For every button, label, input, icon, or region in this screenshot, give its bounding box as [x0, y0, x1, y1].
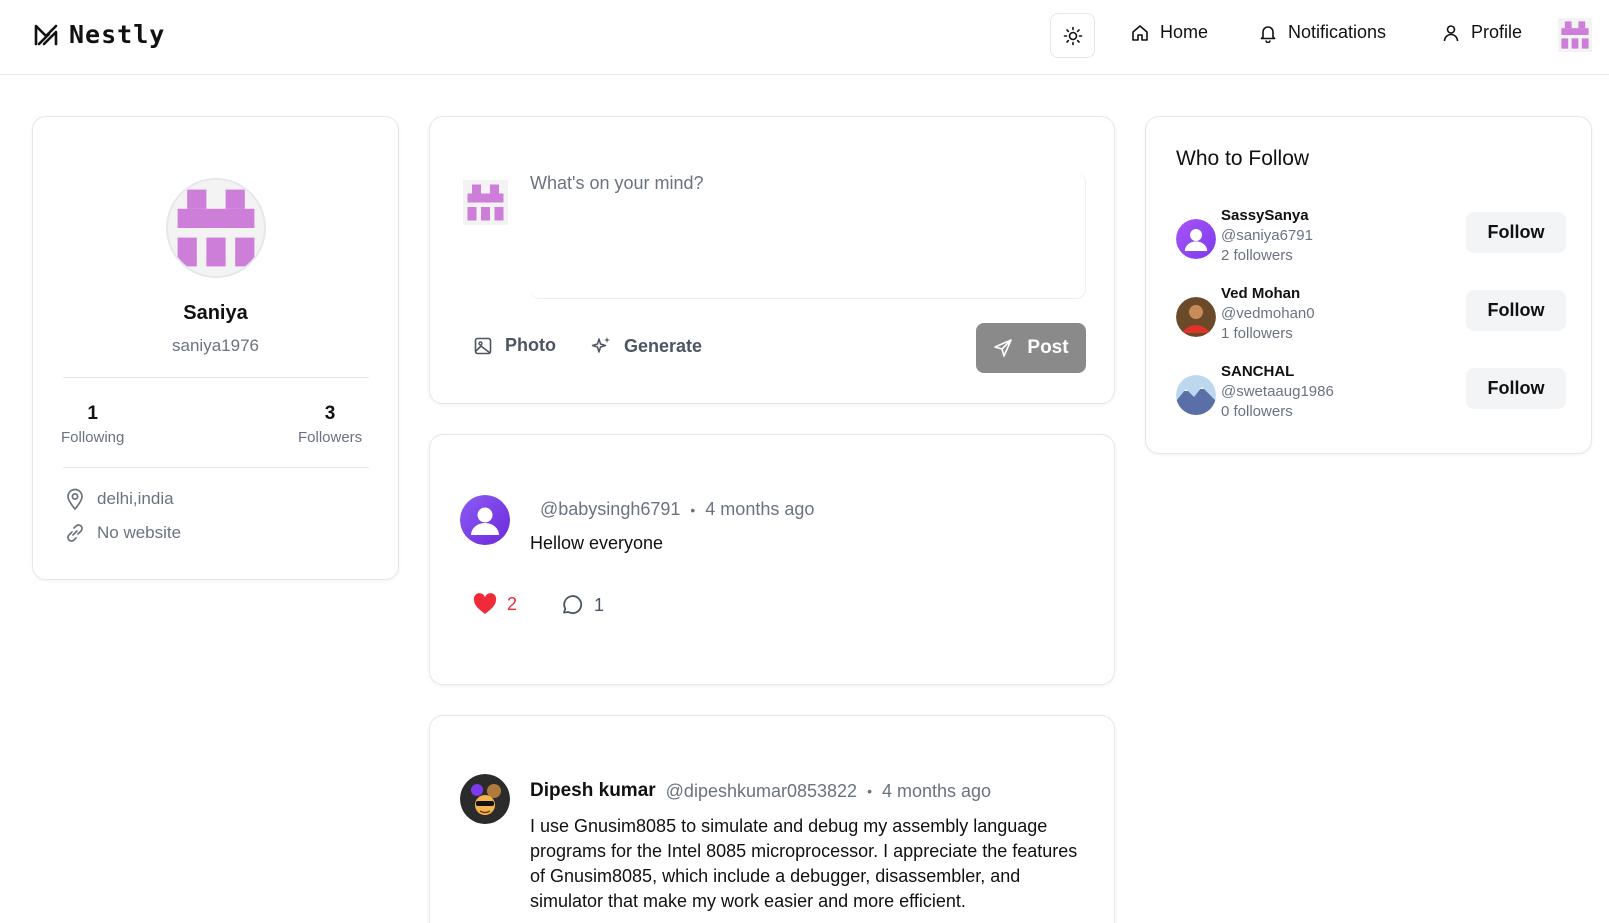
location-text: delhi,india	[97, 489, 174, 508]
post-header: @babysingh6791 • 4 months ago	[530, 499, 814, 520]
theme-toggle-button[interactable]	[1050, 13, 1095, 58]
cartoon-avatar-icon	[460, 774, 510, 824]
heart-filled-icon	[473, 593, 497, 614]
profile-handle: saniya1976	[172, 336, 259, 355]
post-author-handle[interactable]: @dipeshkumar0853822	[666, 781, 857, 802]
divider	[63, 377, 369, 378]
suggested-user-avatar[interactable]	[1176, 297, 1216, 337]
follow-button[interactable]: Follow	[1466, 290, 1566, 331]
suggested-user-handle: @vedmohan0	[1221, 305, 1315, 322]
suggested-user-followers: 2 followers	[1221, 247, 1293, 264]
nav-home[interactable]: Home	[1130, 22, 1208, 43]
home-icon	[1132, 24, 1148, 41]
generate-label: Generate	[624, 335, 703, 356]
nestly-logo-icon	[34, 24, 58, 45]
separator-dot: •	[690, 501, 696, 518]
comment-count: 1	[594, 594, 605, 615]
post-time: 4 months ago	[881, 780, 992, 801]
post-header: Dipesh kumar @dipeshkumar0853822 • 4 mon…	[530, 780, 991, 802]
suggested-user-name[interactable]: SassySanya	[1221, 207, 1309, 224]
photo-avatar-icon	[1176, 297, 1216, 337]
identicon-avatar-icon	[168, 180, 264, 276]
photo-label: Photo	[505, 335, 556, 355]
followers-label: Followers	[298, 429, 363, 446]
brand[interactable]: Nestly	[33, 20, 165, 49]
followers-count: 3	[324, 403, 336, 424]
follow-button[interactable]: Follow	[1466, 368, 1566, 409]
post-card: Dipesh kumar @dipeshkumar0853822 • 4 mon…	[429, 715, 1115, 923]
nav-profile[interactable]: Profile	[1441, 22, 1522, 43]
website-row: No website	[63, 521, 181, 545]
compose-placeholder: What's on your mind?	[530, 173, 704, 193]
follow-button[interactable]: Follow	[1466, 212, 1566, 253]
compose-textarea[interactable]: What's on your mind?	[530, 173, 1086, 299]
location-row: delhi,india	[63, 487, 174, 511]
identicon-avatar-icon	[463, 180, 508, 225]
header-avatar[interactable]	[1558, 18, 1592, 52]
nav-profile-label: Profile	[1471, 22, 1523, 42]
suggested-user-handle: @swetaaug1986	[1221, 383, 1334, 400]
photo-button[interactable]: Photo	[473, 335, 556, 356]
image-icon	[474, 337, 492, 354]
default-user-avatar-icon	[460, 495, 510, 545]
sparkles-icon	[591, 337, 610, 353]
suggested-user-followers: 0 followers	[1221, 403, 1293, 420]
post-author-handle[interactable]: @babysingh6791	[540, 499, 680, 520]
separator-dot: •	[867, 783, 872, 799]
post-button[interactable]: Post	[976, 323, 1086, 373]
top-navbar: Nestly Home Notifications Profile	[0, 0, 1609, 75]
divider	[63, 467, 369, 468]
suggested-user: Ved Mohan @vedmohan0 1 followers Follow	[1176, 285, 1566, 345]
nav-home-label: Home	[1160, 22, 1209, 42]
profile-name: Saniya	[183, 302, 248, 324]
compose-avatar	[463, 180, 508, 225]
send-icon	[994, 339, 1013, 357]
following-count: 1	[87, 403, 98, 424]
link-icon	[67, 524, 83, 542]
suggested-user-name[interactable]: Ved Mohan	[1221, 285, 1300, 302]
profile-avatar	[166, 178, 266, 278]
post-card: @babysingh6791 • 4 months ago Hellow eve…	[429, 434, 1115, 685]
suggested-user-followers: 1 followers	[1221, 325, 1293, 342]
map-pin-icon	[67, 488, 83, 511]
sun-icon	[1063, 26, 1082, 45]
brand-name: Nestly	[69, 20, 166, 49]
compose-card: What's on your mind? Photo Generate Post	[429, 116, 1115, 404]
post-author-name[interactable]: Dipesh kumar	[530, 780, 656, 802]
post-author-avatar[interactable]	[460, 774, 510, 824]
suggested-user-avatar[interactable]	[1176, 219, 1216, 259]
post-text: Hellow everyone	[530, 533, 664, 553]
suggested-user-name[interactable]: SANCHAL	[1221, 363, 1294, 380]
website-text: No website	[97, 523, 182, 542]
followers-stat[interactable]: 3 Followers	[298, 403, 362, 446]
who-to-follow-title: Who to Follow	[1176, 147, 1310, 170]
nav-notifications-label: Notifications	[1288, 22, 1387, 42]
like-count: 2	[507, 593, 518, 614]
profile-card: Saniya saniya1976 1 Following 3 Follower…	[32, 116, 399, 580]
identicon-avatar-icon	[1558, 18, 1592, 52]
suggested-user-avatar[interactable]	[1176, 375, 1216, 415]
post-button-label: Post	[1027, 337, 1069, 358]
suggested-user: SassySanya @saniya6791 2 followers Follo…	[1176, 207, 1566, 267]
post-author-avatar[interactable]	[460, 495, 510, 545]
default-user-avatar-icon	[1176, 219, 1216, 259]
like-button[interactable]: 2	[473, 593, 517, 615]
post-text: I use Gnusim8085 to simulate and debug m…	[530, 816, 1078, 911]
post-time: 4 months ago	[705, 499, 815, 519]
comment-icon	[563, 595, 583, 614]
following-stat[interactable]: 1 Following	[61, 403, 124, 446]
who-to-follow-card: Who to Follow SassySanya @saniya6791 2 f…	[1145, 116, 1592, 454]
comment-button[interactable]: 1	[560, 593, 604, 617]
landscape-avatar-icon	[1176, 375, 1216, 415]
user-icon	[1443, 24, 1459, 41]
generate-button[interactable]: Generate	[590, 335, 702, 357]
nav-notifications[interactable]: Notifications	[1258, 22, 1386, 43]
following-label: Following	[61, 429, 125, 446]
suggested-user-handle: @saniya6791	[1221, 227, 1313, 244]
bell-icon	[1260, 25, 1276, 43]
suggested-user: SANCHAL @swetaaug1986 0 followers Follow	[1176, 363, 1566, 423]
